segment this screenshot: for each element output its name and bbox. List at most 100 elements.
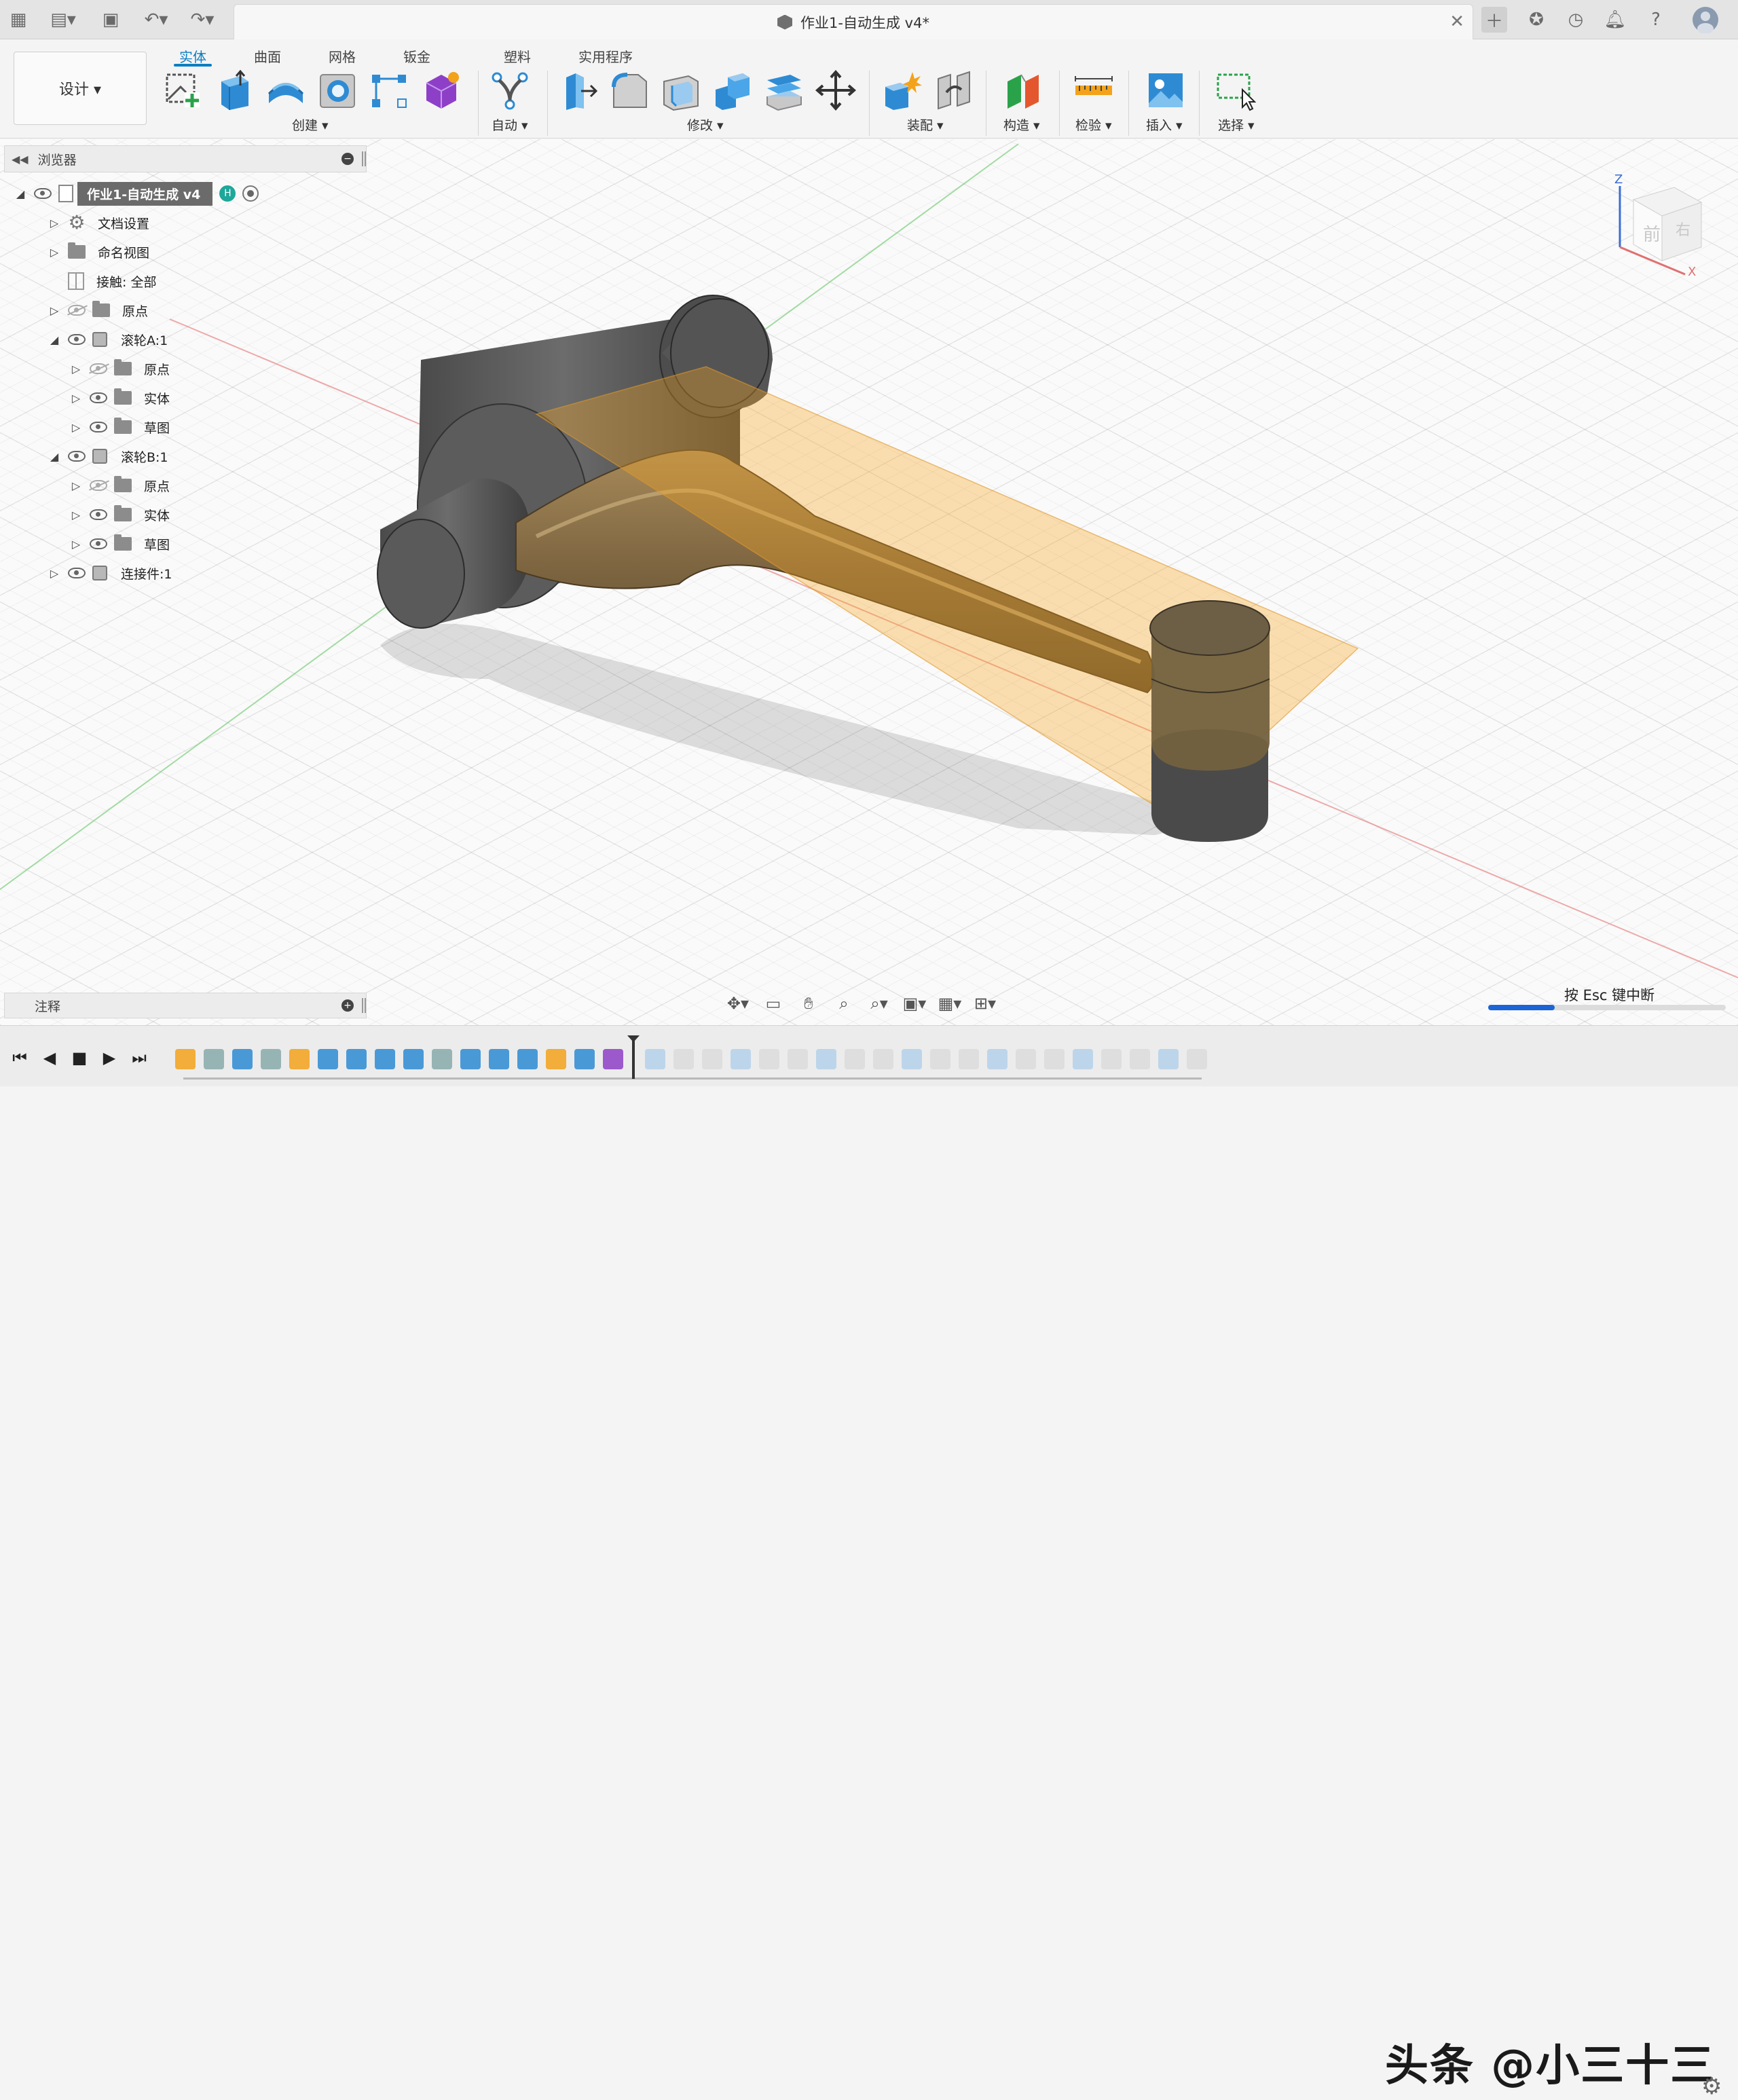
tree-item-roller-b-bodies[interactable]: ▷ 实体	[69, 503, 174, 526]
grid-settings-icon[interactable]: ▦▾	[934, 991, 965, 1016]
pan-hand-icon[interactable]: ✋︎	[793, 991, 824, 1016]
timeline-suppressed-feature-icon[interactable]	[902, 1049, 922, 1069]
collapse-all-icon[interactable]: −	[341, 153, 354, 165]
timeline-suppressed-feature-icon[interactable]	[1073, 1049, 1093, 1069]
timeline-feature-sketch-icon[interactable]	[432, 1049, 452, 1069]
expand-arrow-icon[interactable]: ▷	[69, 363, 83, 375]
timeline-marker[interactable]	[632, 1038, 635, 1079]
step-forward-icon[interactable]: ▶︎	[99, 1048, 119, 1068]
activate-target-icon[interactable]	[242, 185, 259, 202]
tree-item-roller-a[interactable]: ◢ 滚轮A:1	[48, 328, 172, 351]
comments-panel[interactable]: 注释 +	[4, 993, 367, 1018]
help-icon[interactable]: ?	[1643, 7, 1669, 33]
tab-solid[interactable]: 实体	[174, 42, 212, 67]
collapse-panel-icon[interactable]: ◀◀	[12, 153, 29, 166]
visibility-eye-icon[interactable]	[68, 568, 86, 578]
modify-group-label[interactable]: 修改 ▾	[687, 115, 724, 134]
extensions-icon[interactable]: ✪	[1523, 7, 1549, 33]
timeline-suppressed-feature-icon[interactable]	[1016, 1049, 1036, 1069]
combine-icon[interactable]	[711, 69, 754, 111]
collapse-arrow-icon[interactable]: ◢	[48, 333, 61, 346]
expand-arrow-icon[interactable]: ▷	[48, 217, 61, 229]
collapse-arrow-icon[interactable]: ◢	[48, 450, 61, 463]
timeline-feature-automate-icon[interactable]	[574, 1049, 595, 1069]
visibility-eye-icon[interactable]	[68, 451, 86, 462]
timeline-feature-form-icon[interactable]	[289, 1049, 310, 1069]
save-icon[interactable]: ▣	[98, 7, 124, 33]
timeline-suppressed-feature-icon[interactable]	[1187, 1049, 1207, 1069]
workspace-switcher[interactable]: 设计 ▾	[14, 52, 147, 125]
new-tab-icon[interactable]: ＋	[1481, 7, 1507, 33]
timeline-feature-sketch-icon[interactable]	[261, 1049, 281, 1069]
inspect-group-label[interactable]: 检验 ▾	[1075, 115, 1112, 134]
user-avatar-icon[interactable]	[1690, 7, 1720, 33]
undo-icon[interactable]: ↶▾	[138, 7, 174, 33]
tree-item-named-views[interactable]: ▷ 命名视图	[48, 240, 153, 263]
notifications-icon[interactable]: 🔔︎	[1602, 7, 1628, 33]
timeline-suppressed-feature-icon[interactable]	[987, 1049, 1007, 1069]
insert-canvas-icon[interactable]	[1145, 69, 1187, 111]
go-to-end-icon[interactable]: ⏭︎	[129, 1048, 149, 1068]
app-grid-icon[interactable]: ▦	[5, 7, 31, 33]
create-sketch-icon[interactable]	[162, 69, 204, 111]
tab-sheet-metal[interactable]: 钣金	[403, 42, 430, 65]
timeline-suppressed-feature-icon[interactable]	[731, 1049, 751, 1069]
expand-arrow-icon[interactable]: ▷	[69, 479, 83, 492]
timeline-feature-extrude-icon[interactable]	[318, 1049, 338, 1069]
timeline-feature-sketch-icon[interactable]	[204, 1049, 224, 1069]
tree-item-roller-a-sketches[interactable]: ▷ 草图	[69, 416, 174, 439]
create-form-icon[interactable]	[420, 69, 462, 111]
visibility-eye-icon[interactable]	[90, 422, 107, 432]
timeline-suppressed-feature-icon[interactable]	[759, 1049, 779, 1069]
roller-b-body[interactable]	[1149, 600, 1270, 842]
timeline-feature-sketch-icon[interactable]	[175, 1049, 196, 1069]
revolve-icon[interactable]	[265, 69, 307, 111]
extrude-icon[interactable]	[213, 69, 255, 111]
timeline-suppressed-feature-icon[interactable]	[673, 1049, 694, 1069]
move-copy-icon[interactable]	[815, 69, 857, 111]
fillet-icon[interactable]	[608, 69, 650, 111]
redo-icon[interactable]: ↷▾	[185, 7, 220, 33]
automated-modeling-icon[interactable]	[489, 69, 531, 111]
timeline-settings-gear-icon[interactable]: ⚙	[1701, 2073, 1722, 2100]
expand-arrow-icon[interactable]: ▷	[48, 304, 61, 317]
tree-item-roller-a-bodies[interactable]: ▷ 实体	[69, 386, 174, 409]
tree-item-document-settings[interactable]: ▷ ⚙ 文档设置	[48, 211, 153, 234]
hidden-eye-icon[interactable]	[90, 480, 107, 491]
expand-arrow-icon[interactable]: ▷	[69, 421, 83, 434]
timeline-suppressed-feature-icon[interactable]	[816, 1049, 836, 1069]
automate-group-label[interactable]: 自动 ▾	[492, 115, 528, 134]
file-menu-icon[interactable]: ▤▾	[43, 7, 83, 33]
add-comment-icon[interactable]: +	[341, 999, 354, 1012]
document-tab[interactable]: 作业1-自动生成 v4* ✕	[234, 4, 1473, 39]
visibility-eye-icon[interactable]	[34, 188, 52, 199]
assemble-group-label[interactable]: 装配 ▾	[907, 115, 944, 134]
shell-icon[interactable]	[660, 69, 702, 111]
view-cube[interactable]: 前 右 Z X	[1613, 172, 1711, 277]
timeline-suppressed-feature-icon[interactable]	[788, 1049, 808, 1069]
timeline-suppressed-feature-icon[interactable]	[845, 1049, 865, 1069]
rectangular-pattern-icon[interactable]	[368, 69, 410, 111]
offset-face-icon[interactable]	[763, 69, 805, 111]
timeline-suppressed-feature-icon[interactable]	[873, 1049, 893, 1069]
tree-item-contact-sets[interactable]: 接触: 全部	[68, 270, 160, 293]
timeline-suppressed-feature-icon[interactable]	[645, 1049, 665, 1069]
tab-mesh[interactable]: 网格	[329, 42, 356, 65]
offset-plane-icon[interactable]	[1002, 69, 1044, 111]
timeline-feature-extrude-icon[interactable]	[489, 1049, 509, 1069]
go-to-start-icon[interactable]: ⏮︎	[10, 1048, 30, 1068]
select-group-label[interactable]: 选择 ▾	[1218, 115, 1255, 134]
timeline-feature-extrude-icon[interactable]	[517, 1049, 538, 1069]
hole-icon[interactable]	[316, 69, 358, 111]
construct-group-label[interactable]: 构造 ▾	[1003, 115, 1040, 134]
tree-item-roller-b-origin[interactable]: ▷ 原点	[69, 474, 174, 497]
tree-item-roller-a-origin[interactable]: ▷ 原点	[69, 357, 174, 380]
timeline-suppressed-feature-icon[interactable]	[959, 1049, 979, 1069]
stop-icon[interactable]: ■	[69, 1048, 90, 1068]
job-status-icon[interactable]: ◷	[1563, 7, 1589, 33]
expand-arrow-icon[interactable]: ▷	[69, 392, 83, 405]
look-at-icon[interactable]: ▭	[758, 991, 789, 1016]
visibility-eye-icon[interactable]	[68, 334, 86, 345]
close-tab-icon[interactable]: ✕	[1449, 12, 1464, 32]
timeline-suppressed-feature-icon[interactable]	[1044, 1049, 1065, 1069]
